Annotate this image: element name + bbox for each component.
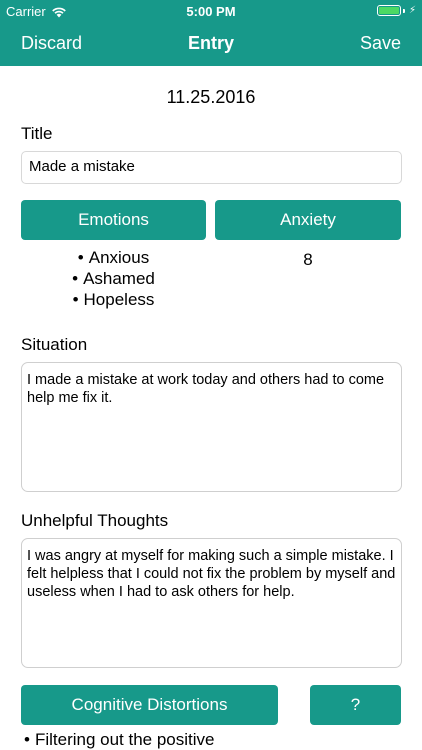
emotions-button[interactable]: Emotions xyxy=(21,200,206,240)
save-button[interactable]: Save xyxy=(360,33,401,54)
title-label: Title xyxy=(21,124,53,143)
anxiety-value: 8 xyxy=(303,250,313,269)
nav-title: Entry xyxy=(187,33,234,53)
battery-icon xyxy=(376,5,401,16)
situation-textarea[interactable]: I made a mistake at work today and other… xyxy=(21,362,402,492)
battery-fill xyxy=(378,7,399,14)
charging-bolt-icon: ⚡ xyxy=(408,5,416,16)
distortions-list: Filtering out the positive xyxy=(24,730,215,750)
navigation-bar: Discard Entry Save xyxy=(0,22,422,66)
distortion-item: Filtering out the positive xyxy=(24,730,215,750)
emotion-item: Ashamed xyxy=(21,268,206,289)
cognitive-distortions-button[interactable]: Cognitive Distortions xyxy=(21,685,278,725)
unhelpful-thoughts-label: Unhelpful Thoughts xyxy=(21,511,169,530)
unhelpful-thoughts-textarea[interactable]: I was angry at myself for making such a … xyxy=(21,538,402,668)
entry-date: 11.25.2016 xyxy=(166,87,256,107)
emotion-item: Hopeless xyxy=(21,289,206,310)
anxiety-button[interactable]: Anxiety xyxy=(215,200,401,240)
help-button[interactable]: ? xyxy=(310,685,401,725)
battery-cap xyxy=(402,8,405,13)
battery-indicator: ⚡ xyxy=(376,5,416,16)
app-header: Carrier 5:00 PM ⚡ Discard Entry Save xyxy=(0,0,422,66)
status-bar: Carrier 5:00 PM ⚡ xyxy=(0,0,422,22)
situation-label: Situation xyxy=(21,335,88,354)
status-time: 5:00 PM xyxy=(186,4,236,19)
emotions-list: AnxiousAshamedHopeless xyxy=(21,247,206,310)
emotion-item: Anxious xyxy=(21,247,206,268)
title-input[interactable]: Made a mistake xyxy=(21,151,402,184)
